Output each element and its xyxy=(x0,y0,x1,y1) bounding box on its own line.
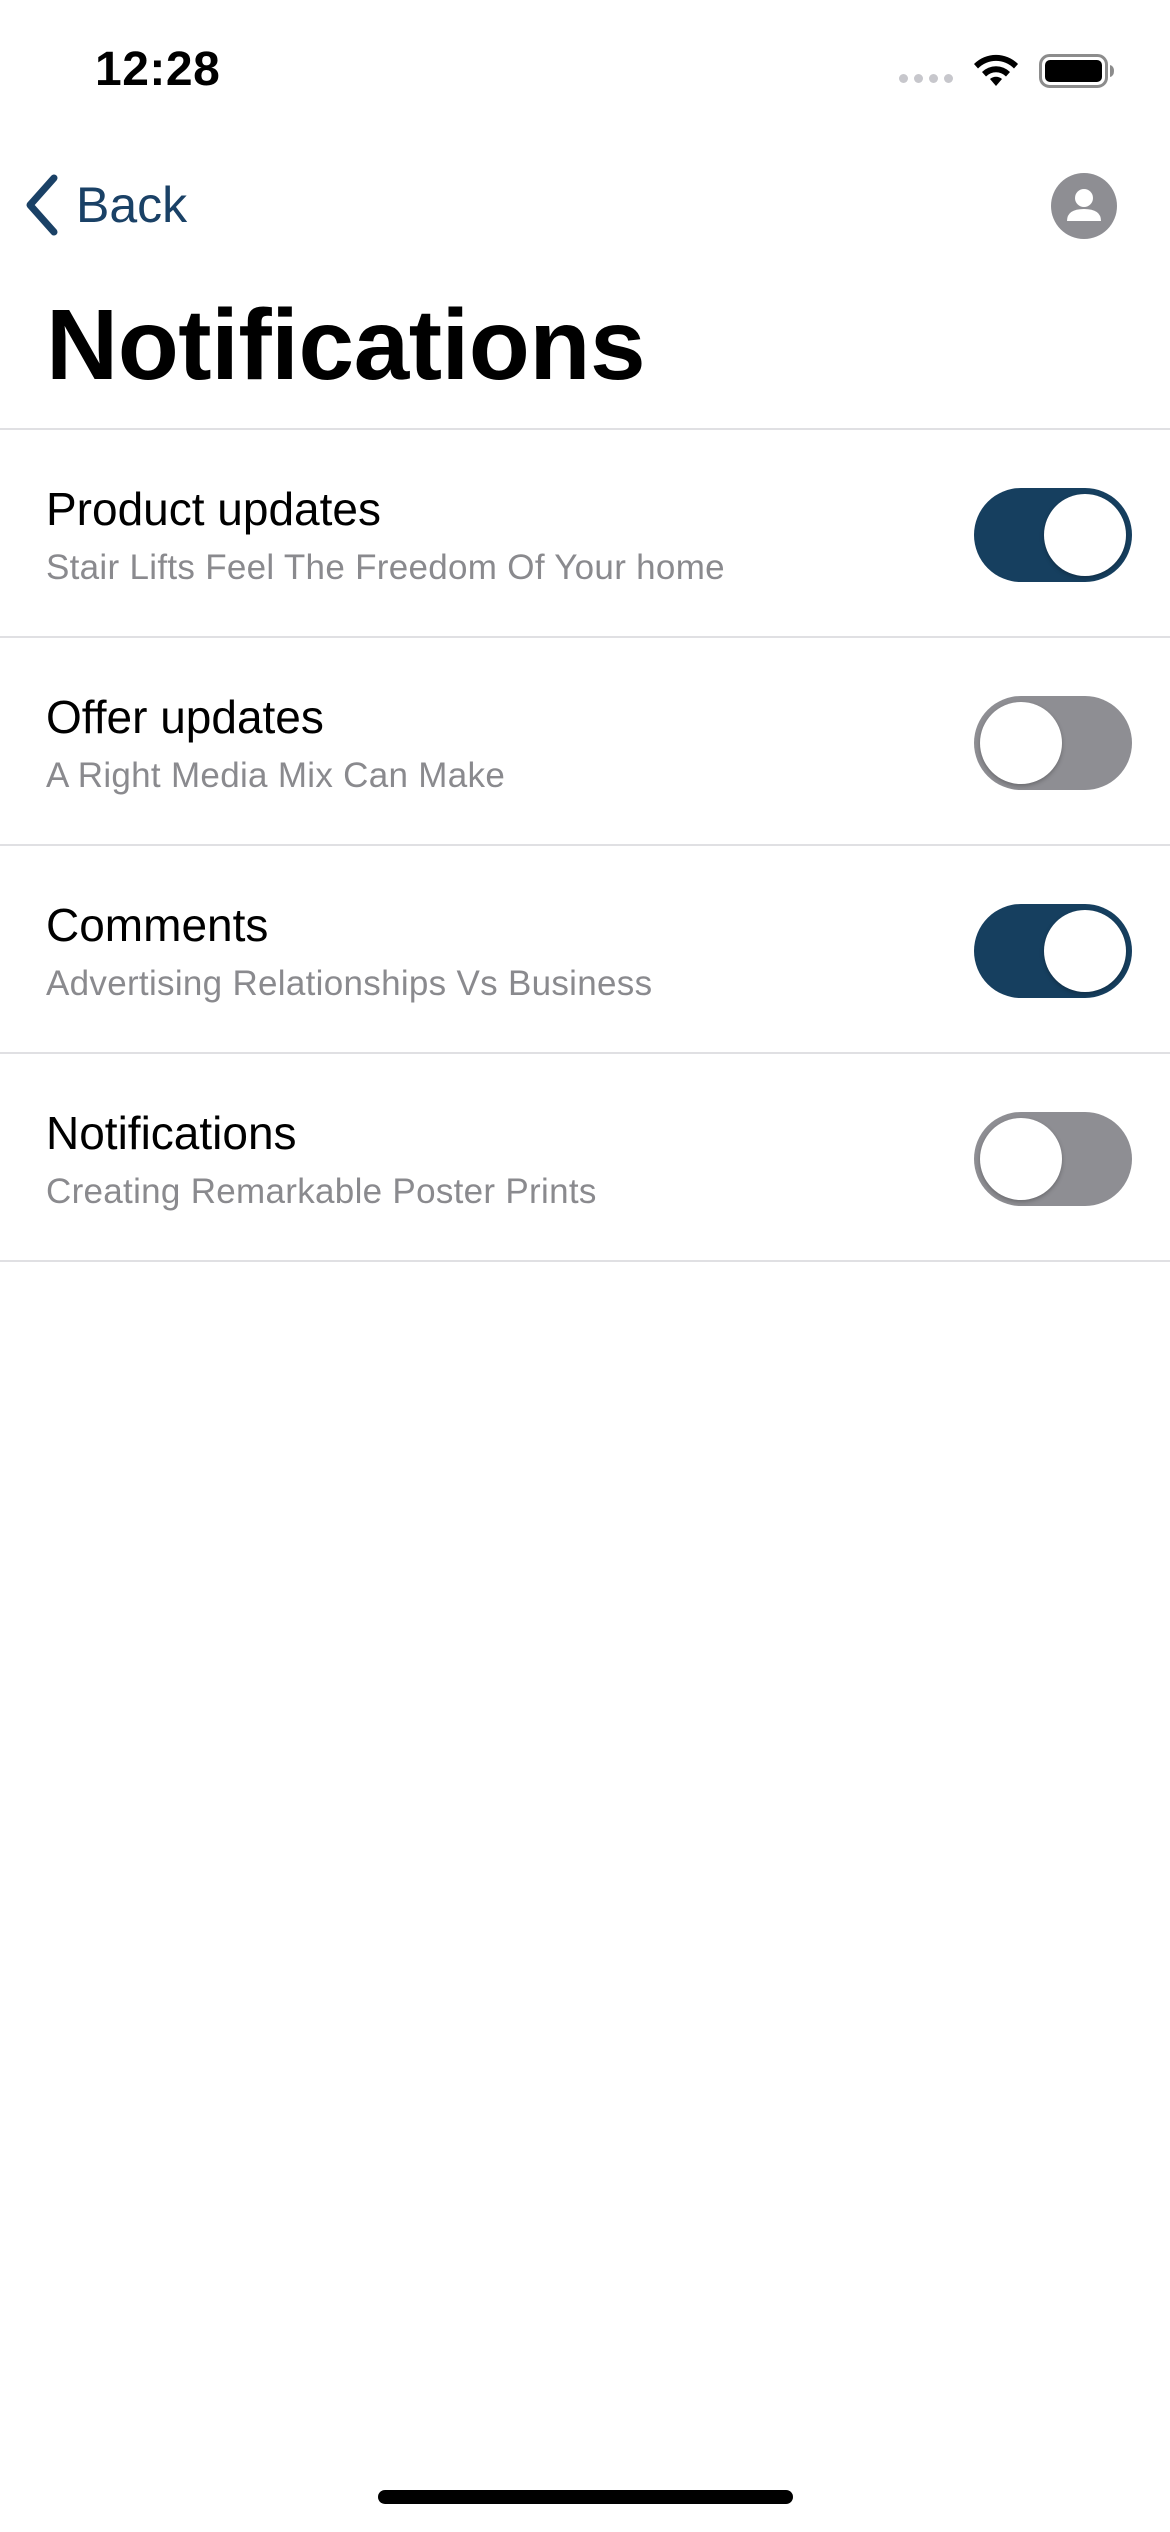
setting-row-notifications: Notifications Creating Remarkable Poster… xyxy=(0,1054,1170,1262)
setting-subtitle: Creating Remarkable Poster Prints xyxy=(46,1172,597,1211)
status-time: 12:28 xyxy=(95,43,221,96)
setting-title: Notifications xyxy=(46,1107,297,1159)
person-icon xyxy=(1067,189,1101,221)
setting-subtitle: A Right Media Mix Can Make xyxy=(46,756,506,795)
toggle-knob xyxy=(980,702,1062,784)
setting-row-product-updates: Product updates Stair Lifts Feel The Fre… xyxy=(0,430,1170,638)
setting-subtitle: Advertising Relationships Vs Business xyxy=(46,964,653,1003)
wifi-icon xyxy=(974,54,1018,86)
setting-title: Comments xyxy=(46,899,269,951)
offer-updates-toggle[interactable] xyxy=(974,696,1132,790)
toggle-knob xyxy=(1044,494,1126,576)
navigation-bar: Back xyxy=(0,165,1170,255)
battery-icon xyxy=(1039,54,1114,88)
setting-title: Product updates xyxy=(46,483,382,535)
setting-subtitle: Stair Lifts Feel The Freedom Of Your hom… xyxy=(46,548,725,587)
chevron-left-icon xyxy=(26,174,58,236)
status-bar: 12:28 xyxy=(0,0,1170,140)
toggle-knob xyxy=(980,1118,1062,1200)
comments-toggle[interactable] xyxy=(974,904,1132,998)
toggle-knob xyxy=(1044,910,1126,992)
settings-list: Product updates Stair Lifts Feel The Fre… xyxy=(0,428,1170,1262)
back-button[interactable]: Back xyxy=(22,165,187,245)
product-updates-toggle[interactable] xyxy=(974,488,1132,582)
profile-button[interactable] xyxy=(1051,173,1117,239)
setting-row-offer-updates: Offer updates A Right Media Mix Can Make xyxy=(0,638,1170,846)
status-icons xyxy=(899,52,1115,90)
cellular-signal-icon xyxy=(899,73,953,83)
setting-title: Offer updates xyxy=(46,691,324,743)
setting-row-comments: Comments Advertising Relationships Vs Bu… xyxy=(0,846,1170,1054)
notifications-toggle[interactable] xyxy=(974,1112,1132,1206)
page-title: Notifications xyxy=(46,289,646,401)
home-indicator xyxy=(378,2490,793,2504)
back-label: Back xyxy=(76,177,188,233)
